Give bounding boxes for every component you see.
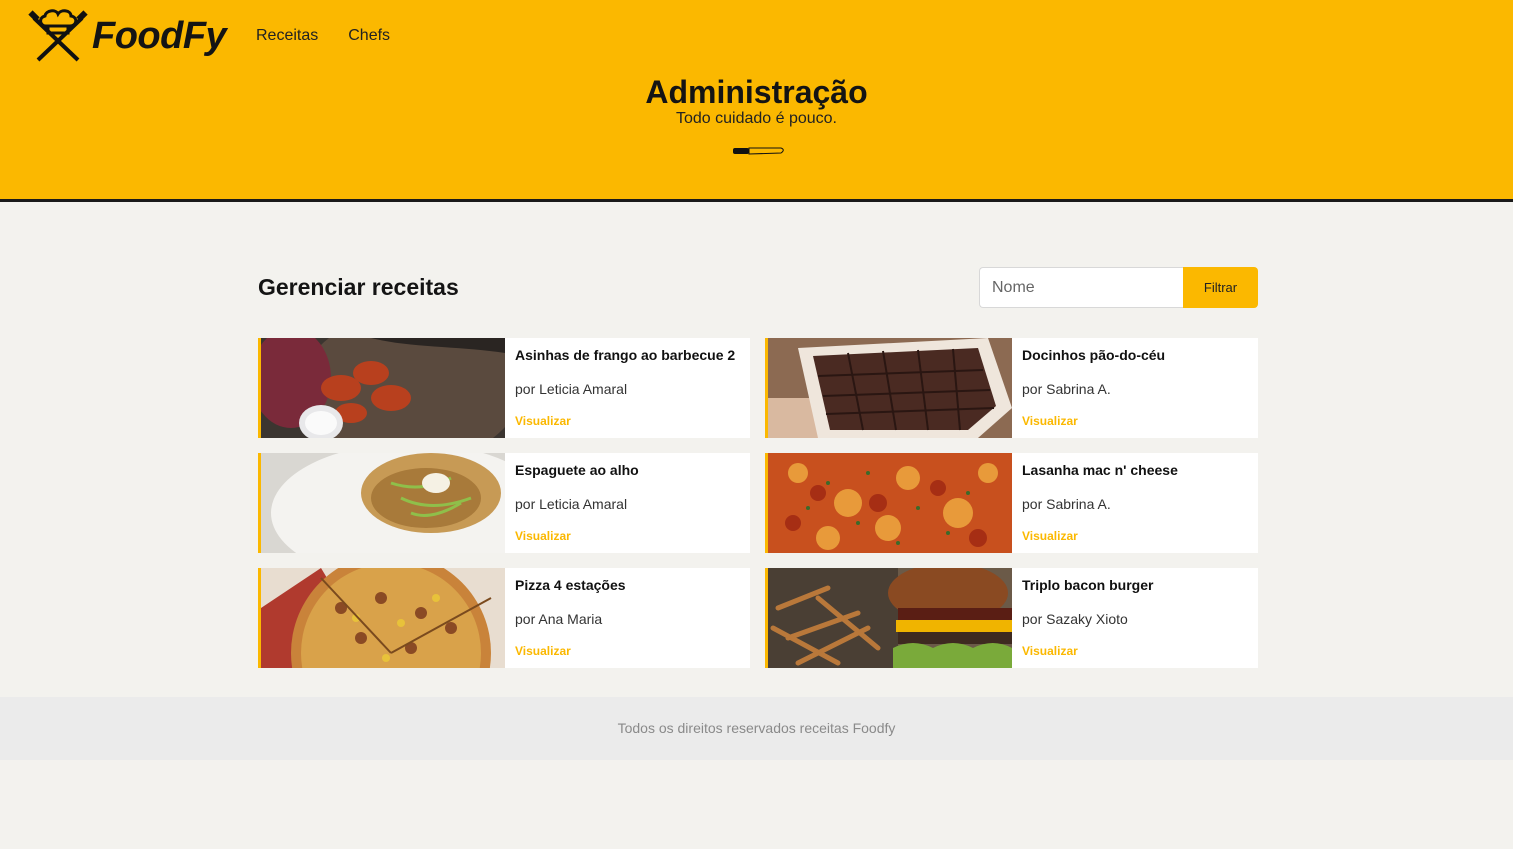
name-filter-input[interactable]: [979, 267, 1183, 308]
recipe-info: Docinhos pão-do-céu por Sabrina A. Visua…: [1012, 338, 1258, 438]
recipe-title: Espaguete ao alho: [515, 462, 639, 478]
recipe-card: Asinhas de frango ao barbecue 2 por Leti…: [258, 338, 750, 438]
recipe-card: Espaguete ao alho por Leticia Amaral Vis…: [258, 453, 750, 553]
section-title: Gerenciar receitas: [258, 274, 459, 300]
recipe-card: Pizza 4 estações por Ana Maria Visualiza…: [258, 568, 750, 668]
recipe-author: por Sabrina A.: [1022, 496, 1111, 512]
chef-hat-knives-icon: [28, 9, 88, 62]
logo[interactable]: FoodFy: [26, 8, 231, 64]
view-recipe-link[interactable]: Visualizar: [1022, 644, 1078, 658]
recipe-info: Pizza 4 estações por Ana Maria Visualiza…: [505, 568, 750, 668]
recipe-image-chocolate-box: [768, 338, 1012, 438]
site-footer: Todos os direitos reservados receitas Fo…: [0, 697, 1513, 760]
view-recipe-link[interactable]: Visualizar: [1022, 414, 1078, 428]
recipe-author: por Sazaky Xioto: [1022, 611, 1128, 627]
hero: Administração Todo cuidado é pouco.: [0, 72, 1513, 128]
filter-form: Filtrar: [979, 267, 1258, 308]
recipe-image-burger: [768, 568, 1012, 668]
recipe-title: Lasanha mac n' cheese: [1022, 462, 1178, 478]
recipe-author: por Ana Maria: [515, 611, 603, 627]
footer-text: Todos os direitos reservados receitas Fo…: [617, 720, 896, 736]
recipe-card: Lasanha mac n' cheese por Sabrina A. Vis…: [765, 453, 1258, 553]
recipe-grid: Asinhas de frango ao barbecue 2 por Leti…: [258, 338, 1258, 668]
site-header: FoodFy Receitas Chefs Administração Todo…: [0, 0, 1513, 202]
logo-text: FoodFy: [92, 14, 227, 57]
view-recipe-link[interactable]: Visualizar: [515, 644, 571, 658]
recipe-image-pizza: [261, 568, 505, 668]
recipe-title: Triplo bacon burger: [1022, 577, 1154, 593]
recipe-card: Triplo bacon burger por Sazaky Xioto Vis…: [765, 568, 1258, 668]
recipe-title: Docinhos pão-do-céu: [1022, 347, 1166, 363]
view-recipe-link[interactable]: Visualizar: [1022, 529, 1078, 543]
nav-item-chefs[interactable]: Chefs: [348, 26, 390, 46]
recipe-image-spaghetti: [261, 453, 505, 553]
recipe-info: Triplo bacon burger por Sazaky Xioto Vis…: [1012, 568, 1258, 668]
knife-divider-icon: [733, 147, 784, 155]
recipe-info: Lasanha mac n' cheese por Sabrina A. Vis…: [1012, 453, 1258, 553]
view-recipe-link[interactable]: Visualizar: [515, 529, 571, 543]
recipe-author: por Leticia Amaral: [515, 496, 628, 512]
recipe-author: por Sabrina A.: [1022, 381, 1111, 397]
recipe-author: por Leticia Amaral: [515, 381, 628, 397]
filter-button[interactable]: Filtrar: [1183, 267, 1258, 308]
page-title: Administração: [645, 74, 868, 110]
recipe-title: Asinhas de frango ao barbecue 2: [515, 347, 736, 363]
recipe-info: Asinhas de frango ao barbecue 2 por Leti…: [505, 338, 750, 438]
recipe-info: Espaguete ao alho por Leticia Amaral Vis…: [505, 453, 750, 553]
recipe-title: Pizza 4 estações: [515, 577, 626, 593]
page-subtitle: Todo cuidado é pouco.: [675, 110, 837, 127]
recipe-image-lasagna: [768, 453, 1012, 553]
main-nav: Receitas Chefs: [256, 26, 390, 46]
nav-item-receitas[interactable]: Receitas: [256, 26, 318, 46]
recipe-image-chicken-wings: [261, 338, 505, 438]
view-recipe-link[interactable]: Visualizar: [515, 414, 571, 428]
recipe-card: Docinhos pão-do-céu por Sabrina A. Visua…: [765, 338, 1258, 438]
